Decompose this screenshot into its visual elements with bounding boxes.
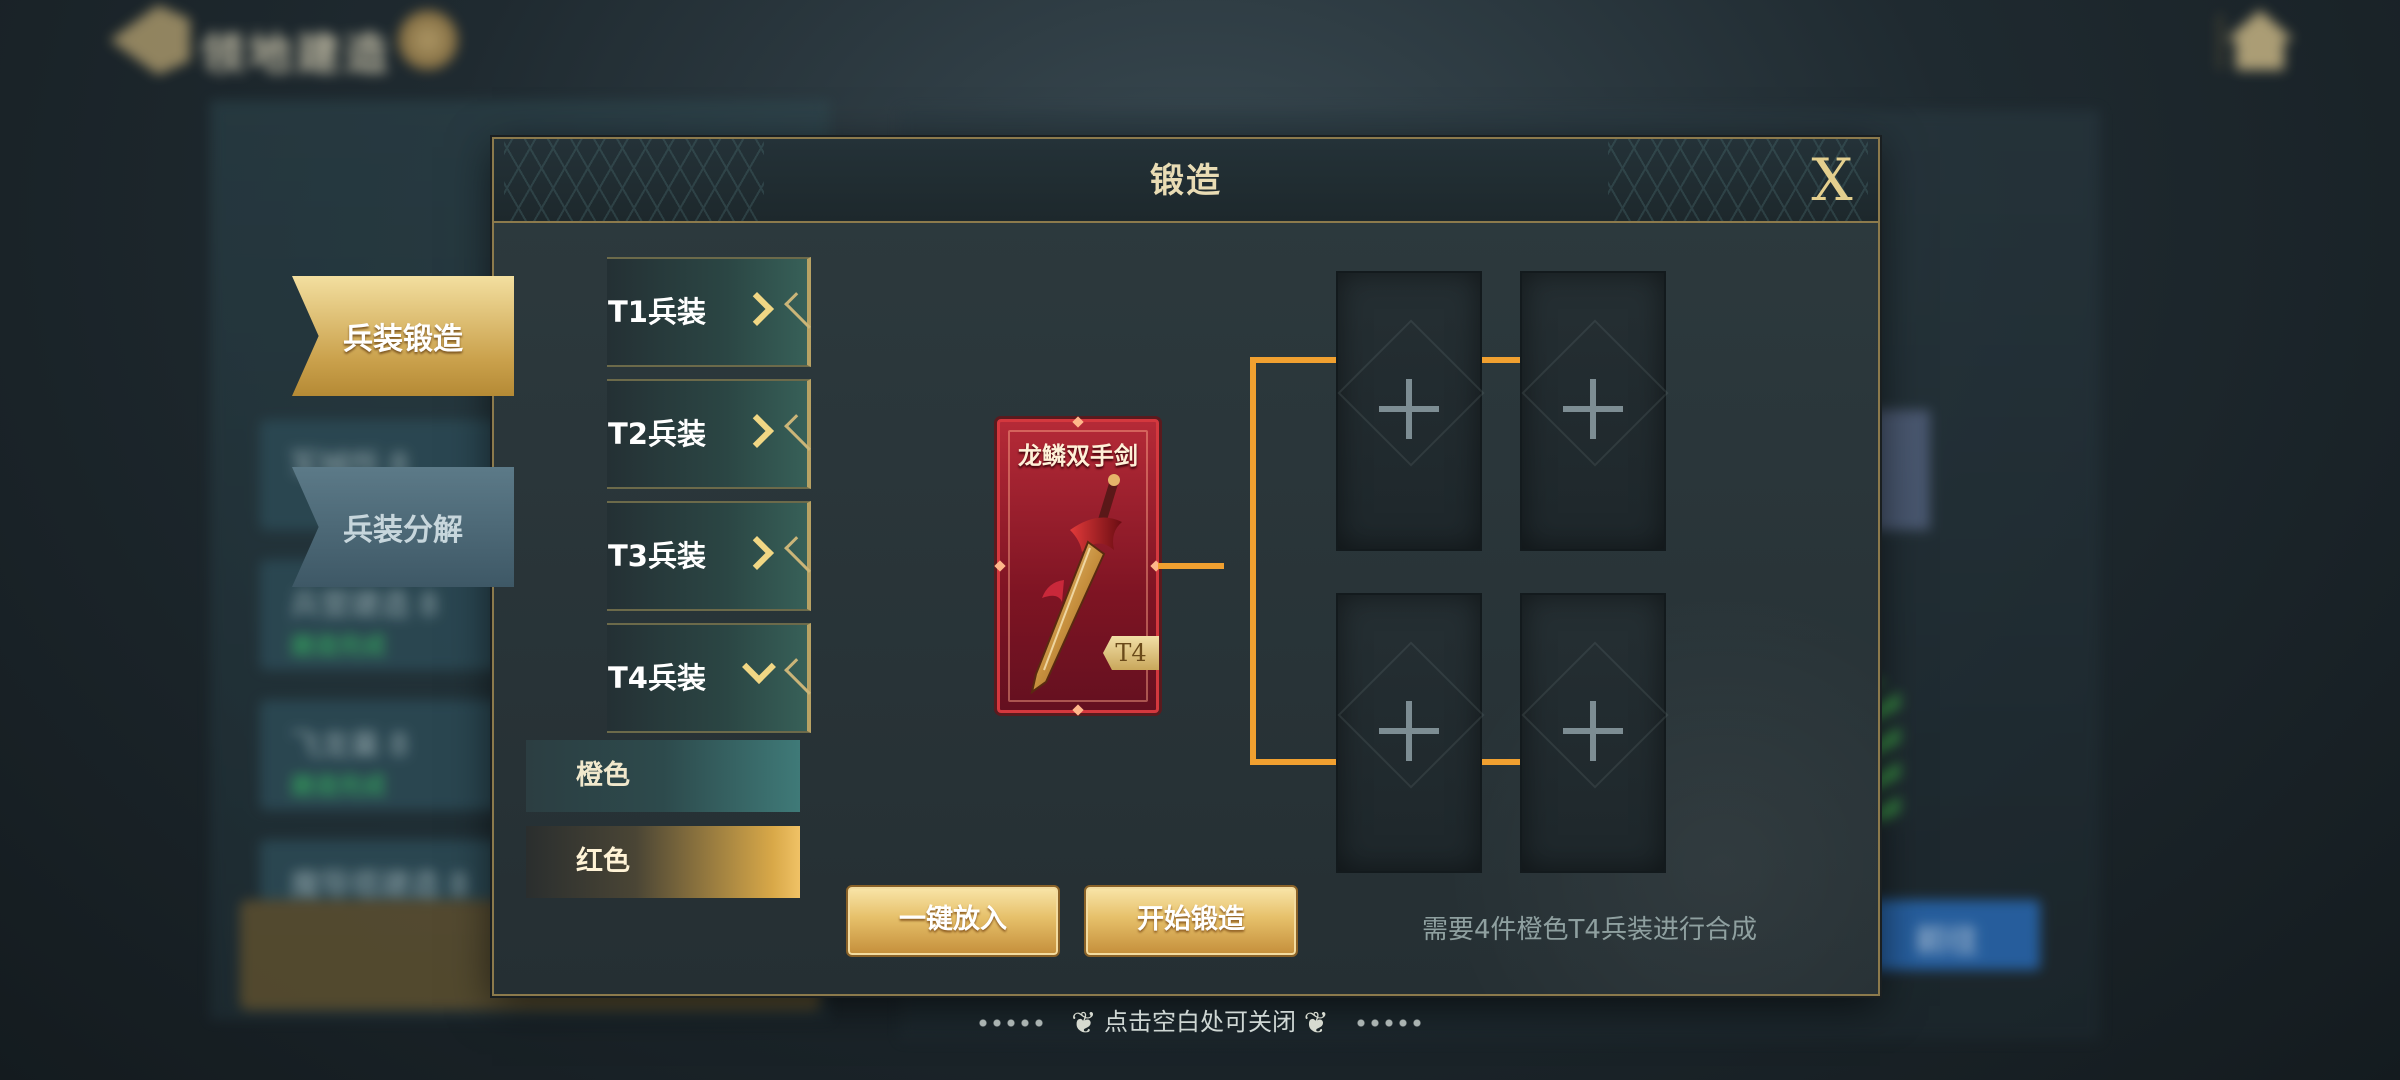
tier-badge: T4 bbox=[1103, 636, 1159, 670]
connector-line bbox=[1158, 563, 1224, 569]
subcategory-orange[interactable]: 橙色 bbox=[526, 740, 800, 812]
gem-icon bbox=[994, 560, 1006, 572]
dialog-title: 锻造 bbox=[1150, 161, 1222, 201]
tab-forge[interactable]: 兵装锻造 bbox=[292, 276, 514, 396]
chevron-right-icon bbox=[740, 292, 774, 326]
home-icon[interactable] bbox=[2220, 10, 2300, 70]
tab-decompose[interactable]: 兵装分解 bbox=[292, 467, 514, 587]
gem-icon bbox=[1072, 704, 1084, 716]
tier-item-t3[interactable]: T3兵装 bbox=[607, 501, 821, 611]
tab-decompose-label: 兵装分解 bbox=[343, 513, 463, 548]
material-slot-1[interactable] bbox=[1336, 271, 1485, 551]
plus-icon bbox=[1379, 701, 1439, 761]
tier-label: T4兵装 bbox=[608, 661, 706, 695]
tier-label: T3兵装 bbox=[608, 539, 706, 573]
tier-label: T2兵装 bbox=[608, 417, 706, 451]
material-slot-4[interactable] bbox=[1520, 593, 1669, 873]
subcategory-label: 红色 bbox=[576, 846, 630, 877]
background-card: 飞龙巢 8 建造完成 bbox=[260, 700, 500, 810]
chevron-right-icon bbox=[740, 414, 774, 448]
item-name: 龙鳞双手剑 bbox=[1018, 442, 1138, 470]
close-hint-text: 点击空白处可关闭 bbox=[1104, 1008, 1296, 1036]
tier-label: T1兵装 bbox=[608, 295, 706, 329]
dots-ornament bbox=[1354, 1015, 1425, 1031]
requirement-hint: 需要4件橙色T4兵装进行合成 bbox=[1422, 915, 1757, 945]
tab-notch-icon bbox=[784, 658, 821, 695]
close-hint: ❦ 点击空白处可关闭 ❦ bbox=[0, 1002, 2400, 1041]
dots-ornament bbox=[975, 1015, 1046, 1031]
start-forge-button[interactable]: 开始锻造 bbox=[1084, 885, 1298, 957]
lotus-icon: ❦ bbox=[1303, 1005, 1329, 1041]
tier-item-t1[interactable]: T1兵装 bbox=[607, 257, 821, 367]
auto-fill-button[interactable]: 一键放入 bbox=[846, 885, 1060, 957]
plus-icon bbox=[1379, 379, 1439, 439]
background-title: 领地建造 bbox=[200, 29, 392, 80]
lotus-icon: ❦ bbox=[1071, 1005, 1097, 1041]
tier-item-t2[interactable]: T2兵装 bbox=[607, 379, 821, 489]
connector-line bbox=[1250, 759, 1342, 765]
material-slot-3[interactable] bbox=[1336, 593, 1485, 873]
background-card: 魔导塔建造 8 bbox=[260, 840, 500, 903]
chevron-down-icon bbox=[742, 650, 776, 684]
plus-icon bbox=[1563, 701, 1623, 761]
plus-icon bbox=[1563, 379, 1623, 439]
forge-dialog: 锻造 X 兵装锻造 兵装分解 T1兵装 T2兵装 T3兵装 T4兵装 橙色 红色 bbox=[292, 137, 1880, 996]
tab-forge-label: 兵装锻造 bbox=[343, 322, 463, 357]
material-slot-2[interactable] bbox=[1520, 271, 1669, 551]
connector-line bbox=[1250, 357, 1256, 765]
background-go-label: 前往 bbox=[1915, 921, 1980, 959]
target-item-card[interactable]: 龙鳞双手剑 T4 bbox=[994, 416, 1162, 716]
tier-item-t4[interactable]: T4兵装 bbox=[607, 623, 821, 733]
tab-notch-icon bbox=[784, 414, 821, 451]
tab-notch-icon bbox=[784, 292, 821, 329]
subcategory-label: 橙色 bbox=[576, 760, 630, 791]
connector-line bbox=[1250, 357, 1342, 363]
chevron-right-icon bbox=[740, 536, 774, 570]
tab-notch-icon bbox=[784, 536, 821, 573]
coin-icon bbox=[398, 10, 458, 70]
back-arrow-icon[interactable] bbox=[110, 5, 190, 75]
subcategory-red[interactable]: 红色 bbox=[526, 826, 800, 898]
dialog-header: 锻造 X bbox=[494, 139, 1878, 223]
close-button[interactable]: X bbox=[1804, 149, 1860, 211]
gem-icon bbox=[1072, 416, 1084, 428]
